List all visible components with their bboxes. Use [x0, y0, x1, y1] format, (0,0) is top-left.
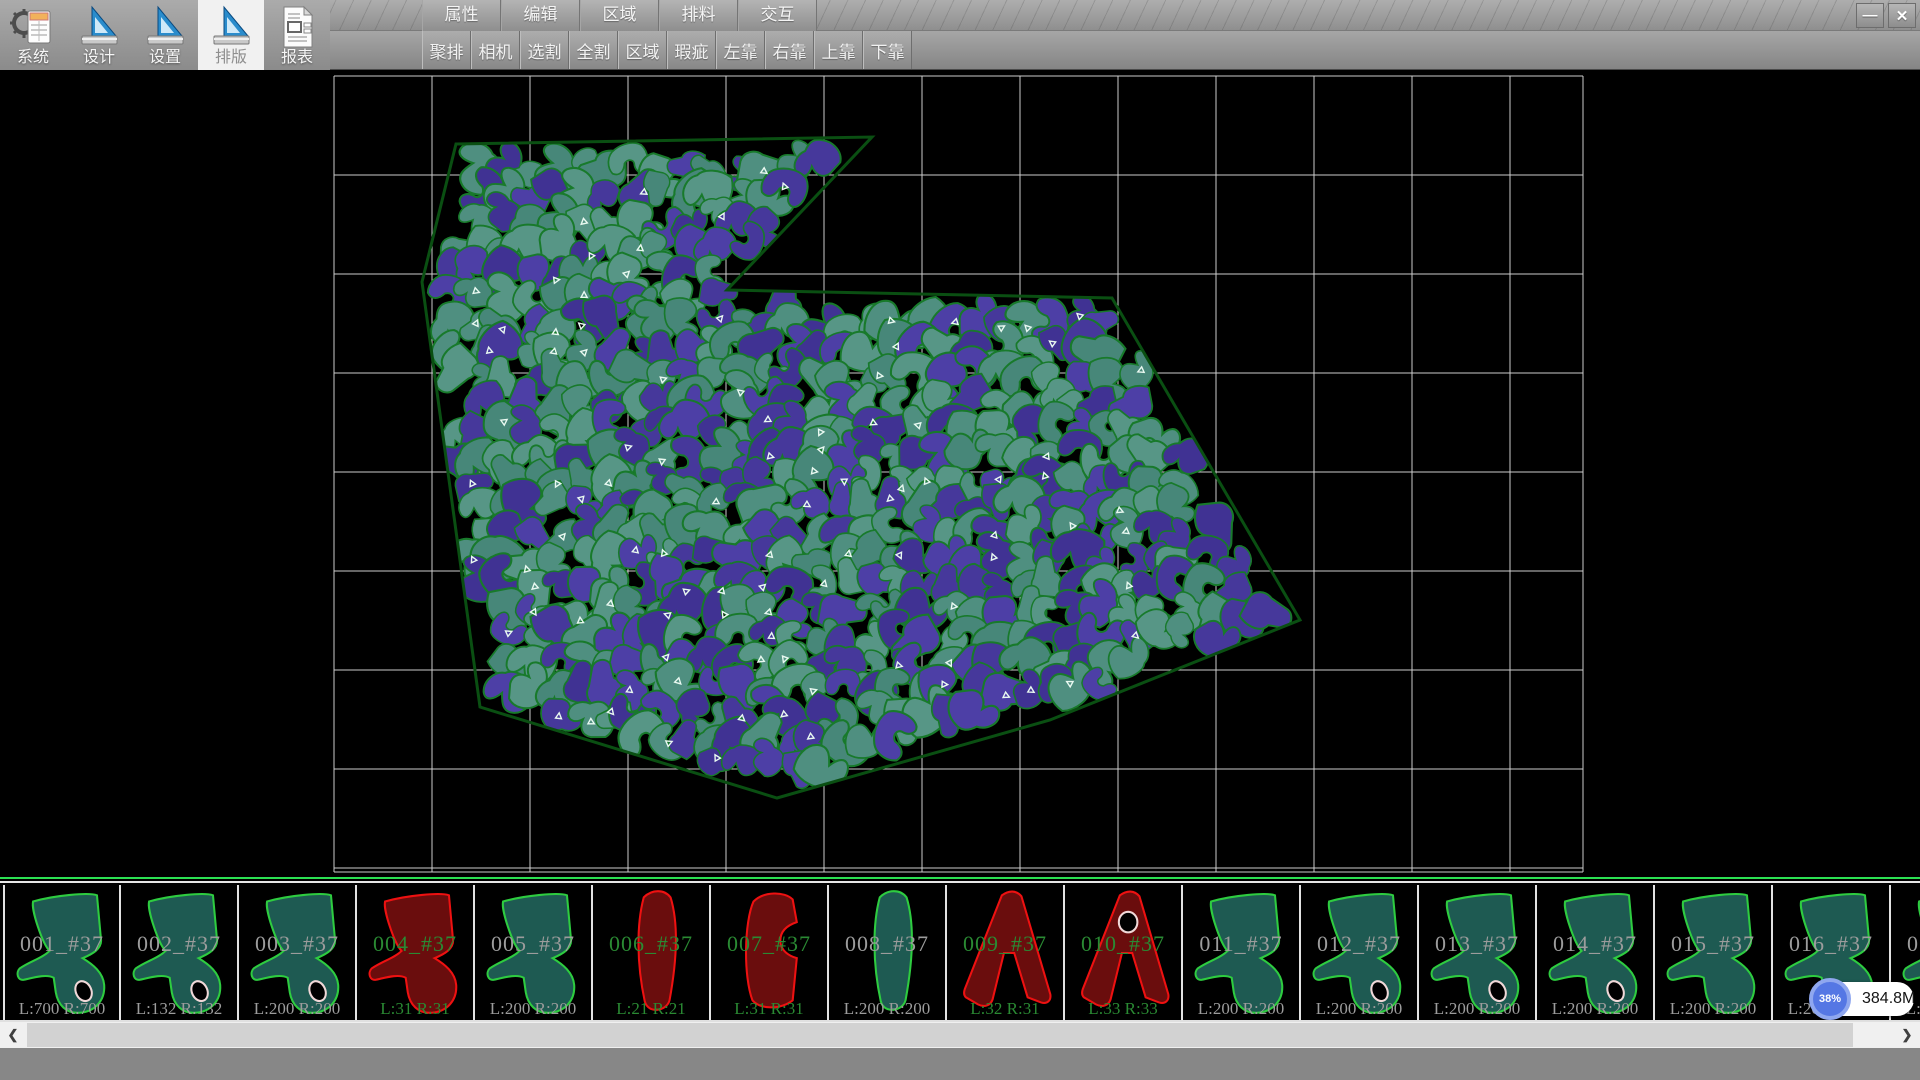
menu-item-4[interactable]: 交互 [738, 0, 817, 31]
piece-name: 005_#37 [475, 931, 591, 957]
toolbar-button-3[interactable]: 全割 [569, 31, 618, 69]
piece-name: 001_#37 [5, 931, 119, 957]
horizontal-scrollbar[interactable]: ❮ ❯ [0, 1022, 1920, 1048]
piece-lr-count: L:200 R:200 [239, 999, 355, 1019]
toolbar-button-5[interactable]: 瑕疵 [667, 31, 716, 69]
piece-thumbnail-006_#37[interactable]: 006_#37 L:21 R:21 [593, 885, 711, 1021]
piece-lr-count: L:200 R:200 [1419, 999, 1535, 1019]
nesting-ruler-icon [209, 5, 253, 49]
piece-lr-count: L:32 R:31 [947, 999, 1063, 1019]
toolbar-button-9[interactable]: 下靠 [863, 31, 912, 69]
menu-item-2[interactable]: 区域 [580, 0, 659, 31]
minimize-button[interactable]: — [1856, 3, 1884, 28]
piece-name: 011_#37 [1183, 931, 1299, 957]
piece-lr-count: L:33 R:33 [1065, 999, 1181, 1019]
settings-ruler-icon [143, 5, 187, 49]
piece-name: 015_#37 [1655, 931, 1771, 957]
toolbar-button-0[interactable]: 聚排 [422, 31, 471, 69]
piece-name: 012_#37 [1301, 931, 1417, 957]
piece-thumbnail-strip: 001_#37L:700 R:700002_#37L:132 R:132003_… [0, 877, 1920, 1022]
piece-thumbnail-002_#37[interactable]: 002_#37 L:132 R:132 [121, 885, 239, 1021]
design-ruler-icon [77, 5, 121, 49]
piece-lr-count: L:21 R:21 [593, 999, 709, 1019]
piece-thumbnail-005_#37[interactable]: 005_#37 L:200 R:200 [475, 885, 593, 1021]
menu-item-0[interactable]: 属性 [422, 0, 501, 31]
piece-name: 002_#37 [121, 931, 237, 957]
app-nav-label: 排版 [215, 49, 247, 67]
toolbar-button-4[interactable]: 区域 [618, 31, 667, 69]
piece-lr-count: L:200 R:200 [475, 999, 591, 1019]
piece-thumbnail-004_#37[interactable]: 004_#37 L:31 R:31 [357, 885, 475, 1021]
app-nav-label: 设计 [83, 49, 115, 67]
app-window: 系统设计设置排版报表 属性编辑区域排料交互 聚排相机选割全割区域瑕疵左靠右靠上靠… [0, 0, 1920, 1080]
piece-name: 008_#37 [829, 931, 945, 957]
piece-name: 007_#37 [711, 931, 827, 957]
piece-name: 006_#37 [593, 931, 709, 957]
menu-item-3[interactable]: 排料 [659, 0, 738, 31]
report-doc-icon [277, 5, 317, 49]
system-gear-icon [10, 5, 56, 49]
piece-lr-count: L:200 R:200 [829, 999, 945, 1019]
menu-bar: 属性编辑区域排料交互 [422, 0, 817, 31]
piece-name: 010_#37 [1065, 931, 1181, 957]
status-bar [0, 1048, 1920, 1080]
piece-thumbnail-008_#37[interactable]: 008_#37 L:200 R:200 [829, 885, 947, 1021]
app-nav-报表-button[interactable]: 报表 [264, 0, 330, 70]
app-nav-label: 系统 [17, 49, 49, 67]
toolbar-button-1[interactable]: 相机 [471, 31, 520, 69]
app-nav-设置-button[interactable]: 设置 [132, 0, 198, 70]
piece-name: 009_#37 [947, 931, 1063, 957]
toolbar-button-2[interactable]: 选割 [520, 31, 569, 69]
piece-lr-count: L:200 R:200 [1537, 999, 1653, 1019]
piece-thumbnail-003_#37[interactable]: 003_#37 L:200 R:200 [239, 885, 357, 1021]
piece-lr-count: L:200 R:200 [1655, 999, 1771, 1019]
piece-lr-count: L:31 R:31 [357, 999, 473, 1019]
piece-thumbnail-013_#37[interactable]: 013_#37 L:200 R:200 [1419, 885, 1537, 1021]
piece-lr-count: L:31 R:31 [711, 999, 827, 1019]
memory-value-label: 384.8M [1862, 982, 1915, 1016]
toolbar-button-8[interactable]: 上靠 [814, 31, 863, 69]
toolbar-button-7[interactable]: 右靠 [765, 31, 814, 69]
scrollbar-thumb[interactable] [27, 1023, 1853, 1047]
piece-lr-count: L:200 R:200 [1183, 999, 1299, 1019]
piece-name: 016_#37 [1773, 931, 1889, 957]
app-nav-设计-button[interactable]: 设计 [66, 0, 132, 70]
memory-percent-indicator: 38% [1809, 978, 1851, 1020]
close-button[interactable]: ✕ [1888, 3, 1916, 28]
piece-thumbnail-015_#37[interactable]: 015_#37 L:200 R:200 [1655, 885, 1773, 1021]
app-nav-系统-button[interactable]: 系统 [0, 0, 66, 70]
piece-name: 004_#37 [357, 931, 473, 957]
piece-name: 003_#37 [239, 931, 355, 957]
piece-thumbnail-014_#37[interactable]: 014_#37 L:200 R:200 [1537, 885, 1655, 1021]
piece-name: 013_#37 [1419, 931, 1535, 957]
app-nav-label: 设置 [149, 49, 181, 67]
nesting-canvas[interactable] [0, 70, 1920, 877]
piece-lr-count: L:700 R:700 [5, 999, 119, 1019]
piece-thumbnail-012_#37[interactable]: 012_#37 L:200 R:200 [1301, 885, 1419, 1021]
scroll-right-arrow-icon[interactable]: ❯ [1894, 1022, 1920, 1048]
piece-thumbnail-cells: 001_#37L:700 R:700002_#37L:132 R:132003_… [3, 885, 1920, 1021]
app-nav: 系统 设计 设置 排版 报表 [0, 0, 330, 70]
memory-usage-badge: 38% 384.8M [1812, 982, 1914, 1016]
scroll-left-arrow-icon[interactable]: ❮ [0, 1022, 26, 1048]
window-controls: — ✕ [1856, 3, 1916, 28]
piece-thumbnail-007_#37[interactable]: 007_#37 L:31 R:31 [711, 885, 829, 1021]
piece-lr-count: L:132 R:132 [121, 999, 237, 1019]
piece-name: 017_#37 [1891, 931, 1920, 957]
toolbar-button-6[interactable]: 左靠 [716, 31, 765, 69]
piece-thumbnail-001_#37[interactable]: 001_#37 L:700 R:700 [3, 885, 121, 1021]
app-nav-label: 报表 [281, 49, 313, 67]
tool-bar: 聚排相机选割全割区域瑕疵左靠右靠上靠下靠 [422, 31, 912, 69]
piece-thumbnail-009_#37[interactable]: 009_#37 L:32 R:31 [947, 885, 1065, 1021]
app-nav-排版-button[interactable]: 排版 [198, 0, 264, 70]
menu-item-1[interactable]: 编辑 [501, 0, 580, 31]
piece-lr-count: L:200 R:200 [1301, 999, 1417, 1019]
piece-thumbnail-010_#37[interactable]: 010_#37 L:33 R:33 [1065, 885, 1183, 1021]
nesting-scene [0, 70, 1920, 877]
piece-name: 014_#37 [1537, 931, 1653, 957]
piece-thumbnail-011_#37[interactable]: 011_#37 L:200 R:200 [1183, 885, 1301, 1021]
